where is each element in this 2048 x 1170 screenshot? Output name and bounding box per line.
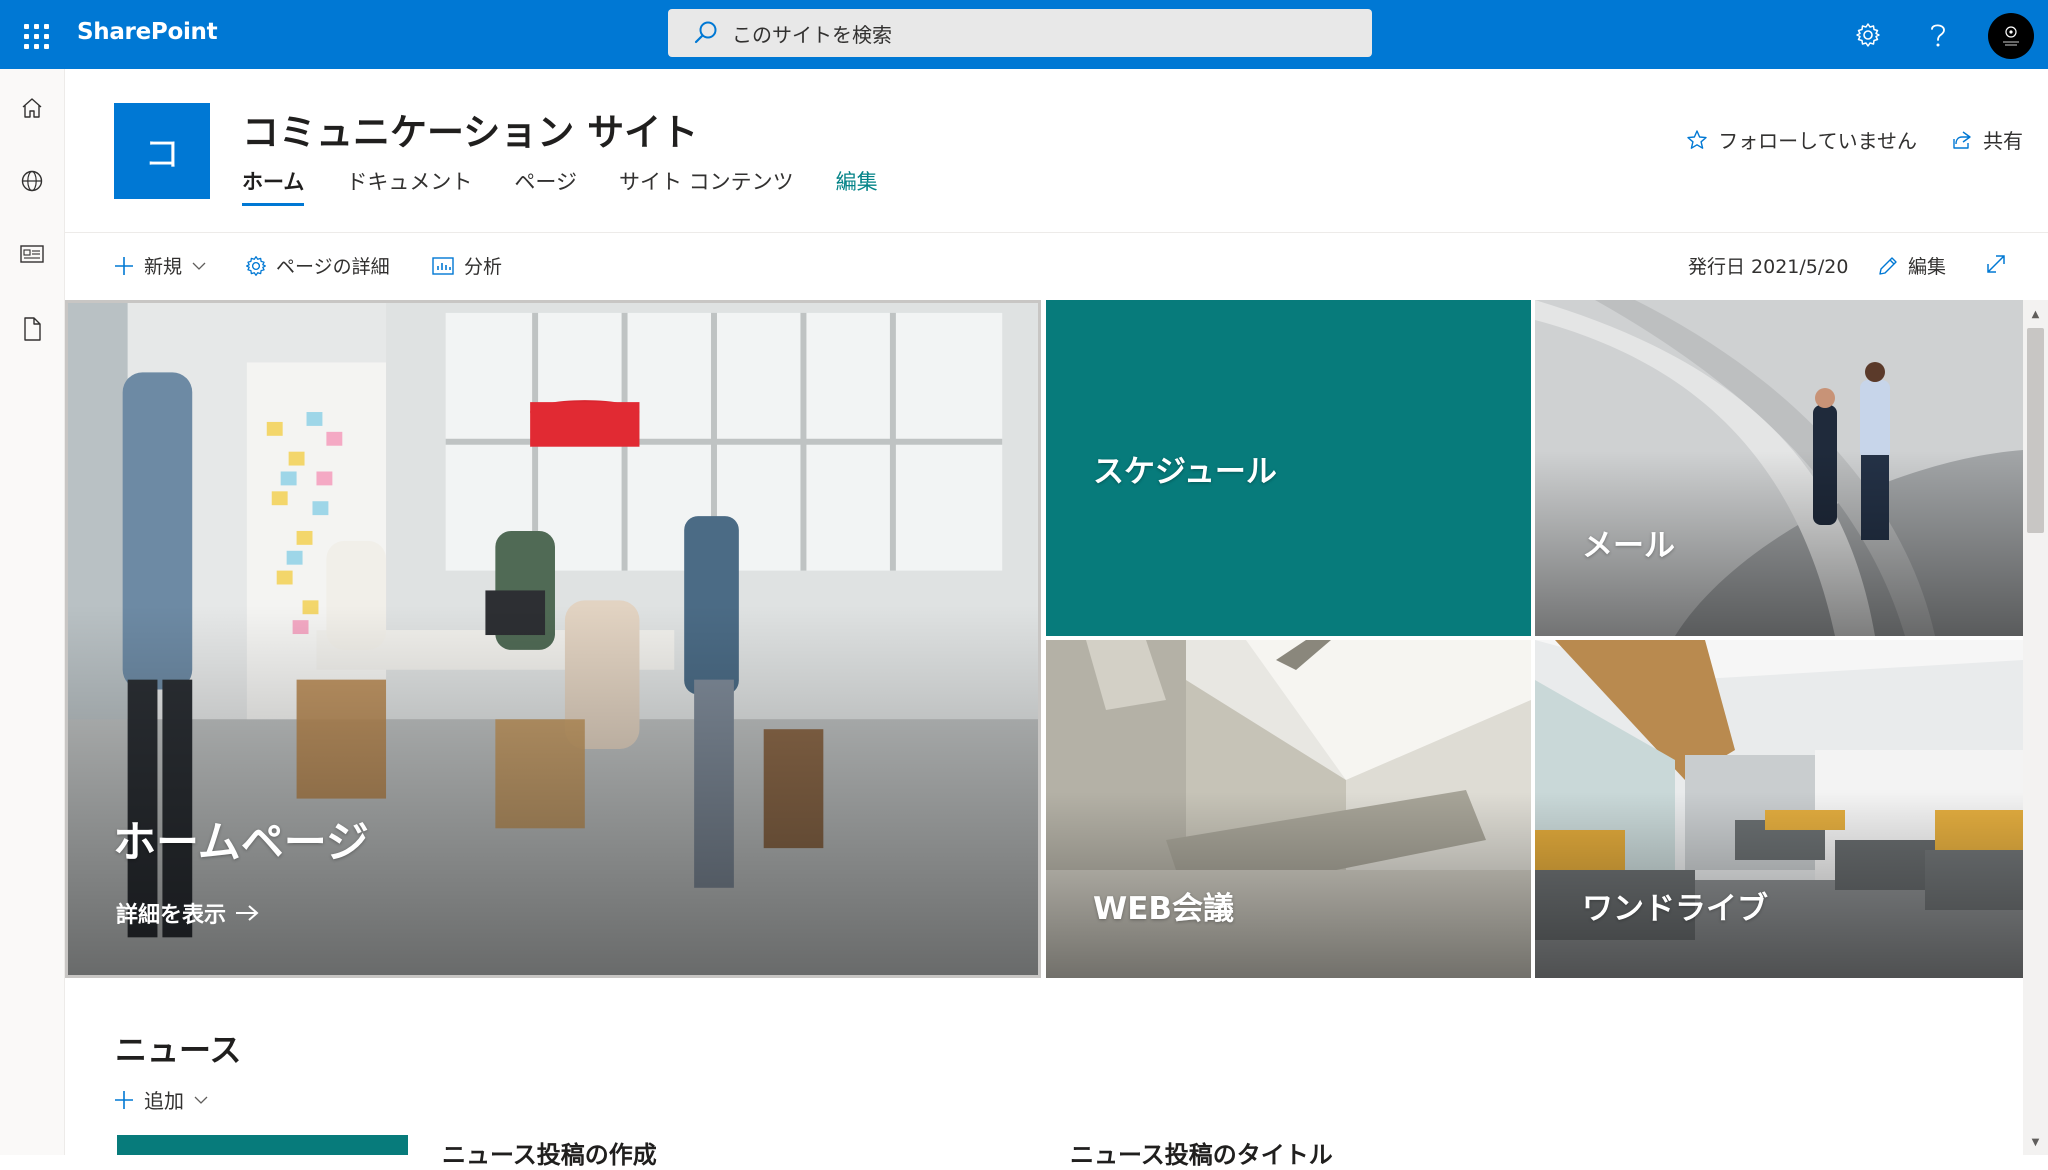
page-details-label: ページの詳細 — [276, 256, 390, 278]
suite-bar: SharePoint このサイトを検索 — [0, 0, 2048, 69]
page-details-button[interactable]: ページの詳細 — [245, 252, 390, 279]
new-button[interactable]: 新規 — [113, 252, 207, 279]
scrollbar-thumb[interactable] — [2027, 328, 2044, 533]
user-avatar[interactable] — [1988, 13, 2034, 59]
brand-name[interactable]: SharePoint — [77, 19, 218, 45]
hero-tile-schedule[interactable]: スケジュール — [1046, 300, 1531, 636]
site-header: コ コミュニケーション サイト ホーム ドキュメント ページ サイト コンテンツ… — [65, 69, 2048, 233]
chevron-down-icon — [194, 1096, 208, 1104]
news-item-title[interactable]: ニュース投稿の作成 — [442, 1135, 657, 1170]
home-icon[interactable] — [10, 86, 54, 130]
edit-label: 編集 — [1908, 256, 1947, 278]
site-navigation: ホーム ドキュメント ページ サイト コンテンツ 編集 — [242, 164, 920, 206]
share-button[interactable]: 共有 — [1951, 125, 2023, 154]
hero-main-title: ホームページ — [113, 818, 369, 868]
nav-documents[interactable]: ドキュメント — [346, 164, 472, 206]
scroll-up-arrow-icon[interactable]: ▲ — [2023, 304, 2048, 324]
analytics-label: 分析 — [464, 256, 503, 278]
news-add-label: 追加 — [144, 1089, 184, 1113]
search-placeholder: このサイトを検索 — [732, 22, 892, 47]
files-icon[interactable] — [10, 307, 54, 351]
share-icon — [1953, 130, 1971, 149]
new-label: 新規 — [144, 256, 183, 278]
search-icon — [694, 21, 717, 44]
news-section-title: ニュース — [115, 1031, 242, 1069]
analytics-button[interactable]: 分析 — [431, 252, 502, 279]
command-bar: 新規 ページの詳細 分析 発行日 2021/5/20 編集 — [65, 234, 2048, 299]
tile-web-meeting-title: WEB会議 — [1093, 891, 1234, 927]
see-details-label: 詳細を表示 — [116, 903, 227, 928]
tile-mail-title: メール — [1582, 528, 1675, 564]
tile-onedrive-title: ワンドライブ — [1582, 891, 1768, 927]
follow-label: フォローしていません — [1718, 129, 1917, 153]
chevron-down-icon — [192, 262, 206, 270]
plus-icon — [115, 256, 133, 275]
hero-web-part: ホームページ 詳細を表示 スケジュール メール WEB会議 ワンドライブ — [65, 300, 2023, 978]
news-icon[interactable] — [10, 232, 54, 276]
arrow-right-icon — [236, 905, 259, 921]
site-logo[interactable]: コ — [114, 103, 210, 199]
pencil-icon — [1879, 256, 1897, 275]
hero-tile-web-meeting[interactable]: WEB会議 — [1046, 640, 1531, 978]
gear-icon — [246, 255, 266, 276]
nav-site-contents[interactable]: サイト コンテンツ — [619, 164, 794, 206]
see-details-link[interactable]: 詳細を表示 — [116, 897, 260, 929]
app-launcher-icon[interactable] — [12, 12, 56, 56]
site-title[interactable]: コミュニケーション サイト — [242, 102, 698, 156]
left-app-bar — [0, 69, 65, 1155]
share-label: 共有 — [1983, 129, 2023, 153]
header-actions: フォローしていません 共有 — [1652, 125, 2023, 154]
scroll-down-arrow-icon[interactable]: ▼ — [2023, 1132, 2048, 1152]
hero-tile-mail[interactable]: メール — [1535, 300, 2023, 636]
analytics-icon — [432, 256, 454, 275]
published-date: 発行日 2021/5/20 — [1688, 256, 1849, 278]
edit-page-button[interactable]: 編集 — [1877, 252, 1946, 279]
nav-pages[interactable]: ページ — [514, 164, 577, 206]
help-icon[interactable] — [1916, 13, 1960, 57]
nav-edit-link[interactable]: 編集 — [836, 164, 878, 206]
follow-button[interactable]: フォローしていません — [1686, 125, 1917, 154]
tile-schedule-title: スケジュール — [1093, 454, 1277, 490]
expand-icon[interactable] — [1984, 252, 2008, 276]
search-box[interactable]: このサイトを検索 — [668, 9, 1372, 57]
news-add-button[interactable]: 追加 — [113, 1085, 209, 1114]
globe-sites-icon[interactable] — [10, 159, 54, 203]
plus-icon — [115, 1090, 133, 1109]
settings-gear-icon[interactable] — [1846, 13, 1890, 57]
nav-home[interactable]: ホーム — [242, 164, 305, 206]
vertical-scrollbar[interactable]: ▲ ▼ — [2023, 300, 2048, 1155]
hero-tile-onedrive[interactable]: ワンドライブ — [1535, 640, 2023, 978]
news-card-thumbnail[interactable] — [117, 1135, 408, 1155]
hero-tile-home[interactable]: ホームページ 詳細を表示 — [65, 300, 1041, 978]
news-item-title[interactable]: ニュース投稿のタイトル — [1070, 1135, 1333, 1170]
star-icon — [1687, 129, 1707, 149]
